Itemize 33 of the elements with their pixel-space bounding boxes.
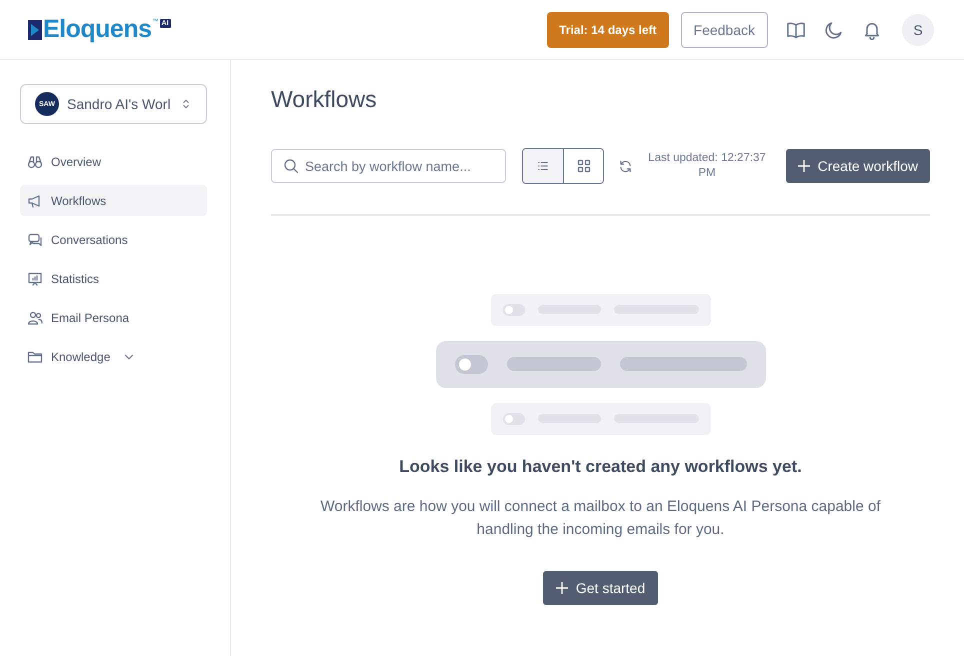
refresh-icon [618, 158, 633, 174]
sidebar-item[interactable]: Overview [20, 146, 108, 177]
sidebar-item[interactable]: Email Persona [20, 302, 136, 333]
last-updated-text: Last updated: 12:27:37 PM [647, 151, 767, 181]
sidebar-item[interactable]: Statistics [20, 263, 106, 294]
sidebar-item[interactable]: Workflows [20, 185, 207, 216]
empty-state-text: Workflows are how you will connect a mailbox to an Eloquens AI Persona capable of handling the incoming emails for you. [319, 497, 882, 540]
people-icon [27, 310, 43, 326]
user-avatar[interactable]: S [902, 14, 934, 46]
sidebar-item[interactable]: Conversations [20, 224, 135, 255]
grid-view-button[interactable] [563, 149, 603, 183]
theme-button[interactable] [824, 20, 844, 40]
grid-icon [576, 158, 592, 174]
presentation-chart-icon [27, 270, 43, 286]
book-icon [786, 20, 806, 40]
binoculars-icon [27, 154, 43, 170]
list-icon [536, 159, 550, 173]
get-started-button[interactable]: Get started [542, 571, 658, 605]
logo-icon [28, 20, 42, 40]
page-title: Workflows [271, 86, 378, 113]
feedback-button[interactable]: Feedback [680, 12, 768, 48]
create-workflow-button[interactable]: Create workflow [786, 149, 930, 183]
search-field[interactable]: Search by workflow name... [271, 149, 506, 183]
chat-bubbles-icon [27, 232, 43, 248]
plus-icon [556, 582, 568, 594]
sidebar-item[interactable]: Knowledge [20, 341, 144, 372]
plus-icon [798, 160, 810, 172]
search-icon [283, 158, 299, 174]
moon-icon [824, 20, 844, 40]
empty-state-heading: Looks like you haven't created any workflows yet. [399, 457, 802, 477]
refresh-button[interactable] [618, 158, 633, 174]
docs-button[interactable] [786, 20, 806, 40]
logo-text: Eloquens [43, 17, 152, 42]
